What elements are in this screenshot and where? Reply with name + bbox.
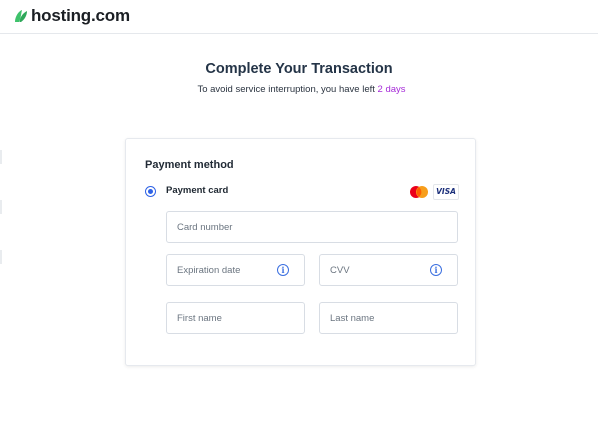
cvv-placeholder: CVV [330, 265, 350, 276]
expiration-date-input[interactable]: Expiration date i [166, 254, 305, 286]
payment-card-radio[interactable] [145, 186, 156, 197]
brand-logo[interactable]: hosting.com [13, 5, 130, 27]
card-number-input[interactable]: Card number [166, 211, 458, 243]
top-header: hosting.com [0, 0, 598, 34]
brand-name: hosting.com [31, 6, 130, 25]
days-left: 2 days [377, 84, 406, 95]
payment-method-title: Payment method [145, 159, 234, 171]
side-divider [0, 200, 2, 214]
page-subtitle: To avoid service interruption, you have … [0, 84, 598, 95]
side-divider [0, 250, 2, 264]
info-icon[interactable]: i [430, 264, 442, 276]
subtitle-text: To avoid service interruption, you have … [197, 84, 378, 95]
side-divider [0, 150, 2, 164]
mastercard-icon [410, 186, 428, 198]
cvv-input[interactable]: CVV i [319, 254, 458, 286]
last-name-placeholder: Last name [330, 313, 375, 324]
page-title: Complete Your Transaction [205, 61, 393, 77]
visa-icon: VISA [433, 184, 459, 200]
card-number-placeholder: Card number [177, 222, 233, 233]
first-name-input[interactable]: First name [166, 302, 305, 334]
last-name-input[interactable]: Last name [319, 302, 458, 334]
info-icon[interactable]: i [277, 264, 289, 276]
payment-card-panel: Payment method Payment card VISA Card nu… [125, 138, 476, 366]
expiration-date-placeholder: Expiration date [177, 265, 241, 276]
payment-card-label[interactable]: Payment card [166, 185, 228, 196]
leaf-logo-icon [15, 10, 27, 22]
first-name-placeholder: First name [177, 313, 222, 324]
